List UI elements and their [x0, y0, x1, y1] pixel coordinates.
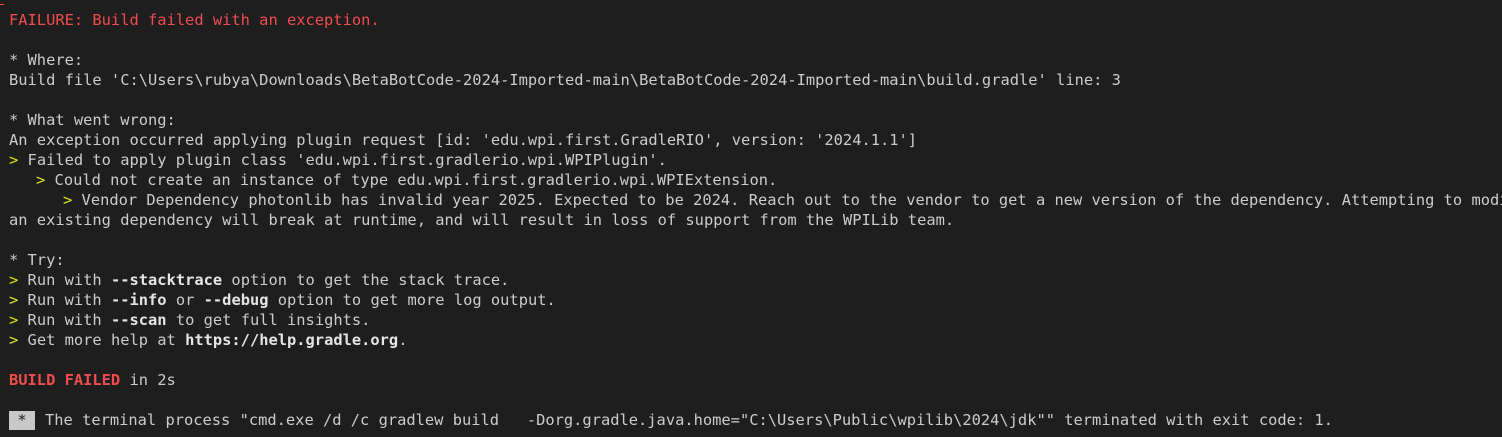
stacktrace-option: --stacktrace [110, 271, 223, 289]
try-text: Run with [27, 291, 111, 309]
cause-continuation: an existing dependency will break at run… [9, 211, 955, 229]
cause-line: > Vendor Dependency photonlib has invali… [63, 190, 1502, 210]
task-status-icon[interactable]: * [9, 411, 35, 430]
build-status: BUILD FAILED [9, 371, 121, 389]
cause-text: Vendor Dependency photonlib has invalid … [81, 191, 1502, 209]
build-file-location: Build file 'C:\Users\rubya\Downloads\Bet… [9, 71, 1121, 89]
exception-detail: An exception occurred applying plugin re… [9, 131, 918, 149]
debug-option: --debug [203, 291, 269, 309]
failure-header: FAILURE: Build failed with an exception. [9, 11, 380, 29]
try-item: > Run with --info or --debug option to g… [9, 290, 556, 310]
try-item: > Run with --scan to get full insights. [9, 310, 370, 330]
try-marker: > [9, 271, 28, 289]
try-text: or [166, 291, 204, 309]
cause-text: Failed to apply plugin class 'edu.wpi.fi… [27, 151, 667, 169]
try-marker: > [9, 311, 28, 329]
cause-marker: > [63, 191, 82, 209]
try-marker: > [9, 291, 28, 309]
gradle-help-link[interactable]: https://help.gradle.org [185, 331, 398, 349]
try-text: Get more help at [27, 331, 186, 349]
try-text: Run with [27, 271, 111, 289]
task-end-message: The terminal process "cmd.exe /d /c grad… [45, 411, 1333, 429]
cause-line: > Failed to apply plugin class 'edu.wpi.… [9, 150, 667, 170]
terminal-output[interactable]: FAILURE: Build failed with an exception.… [0, 0, 1502, 437]
try-text: option to get more log output. [268, 291, 556, 309]
scroll-decoration [0, 0, 4, 5]
build-duration: in 2s [120, 371, 176, 389]
try-text: to get full insights. [166, 311, 371, 329]
try-text: option to get the stack trace. [222, 271, 510, 289]
try-marker: > [9, 331, 28, 349]
task-end-line: * The terminal process "cmd.exe /d /c gra… [9, 410, 1333, 430]
cause-line: > Could not create an instance of type e… [36, 170, 777, 190]
cause-marker: > [9, 151, 28, 169]
build-result: BUILD FAILED in 2s [9, 370, 176, 390]
scan-option: --scan [110, 311, 167, 329]
try-heading: * Try: [9, 251, 65, 269]
try-item: > Run with --stacktrace option to get th… [9, 270, 509, 290]
cause-text: Could not create an instance of type edu… [54, 171, 778, 189]
try-text: . [398, 331, 408, 349]
try-item: > Get more help at https://help.gradle.o… [9, 330, 407, 350]
info-option: --info [110, 291, 167, 309]
where-heading: * Where: [9, 51, 84, 69]
try-text: Run with [27, 311, 111, 329]
wrong-heading: * What went wrong: [9, 111, 176, 129]
cause-marker: > [36, 171, 55, 189]
